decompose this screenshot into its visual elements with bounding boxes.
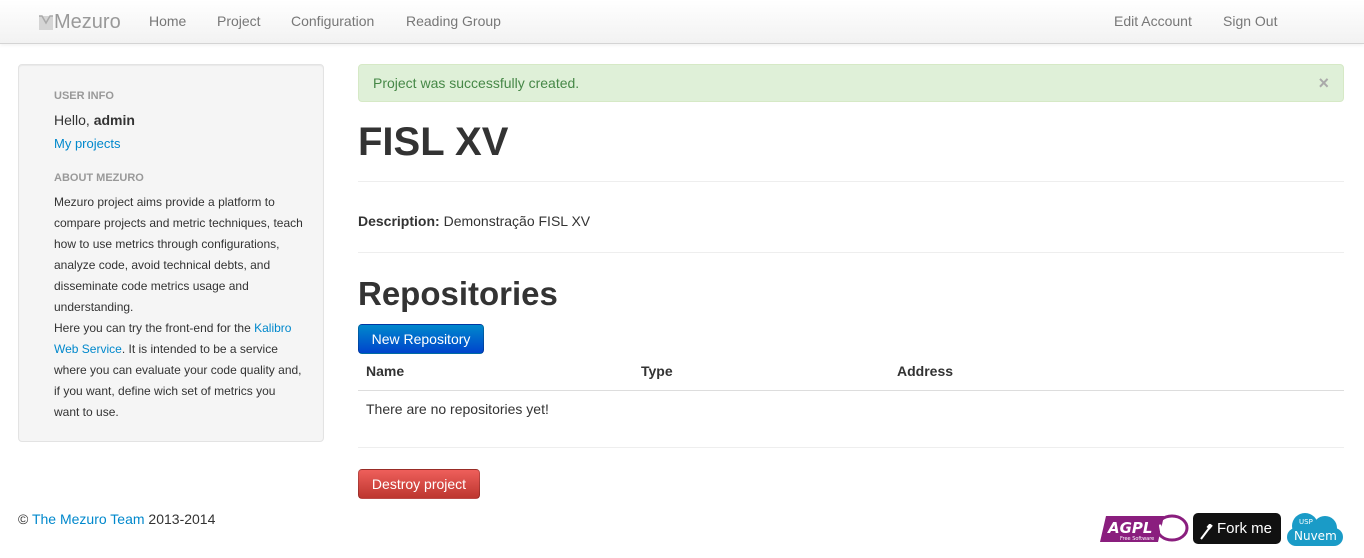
brand-text: Mezuro — [54, 10, 121, 33]
page-title: FISL XV — [358, 120, 509, 164]
alert-message: Project was successfully created. — [373, 75, 580, 91]
copyright-years: 2013-2014 — [144, 511, 216, 527]
agpl-badge[interactable]: AGPL v3 Free Software — [1100, 514, 1190, 544]
nav-home[interactable]: Home — [149, 0, 186, 44]
greeting: Hello, admin — [54, 112, 135, 128]
repositories-heading: Repositories — [358, 275, 558, 312]
column-header-type: Type — [641, 363, 673, 379]
my-projects-link[interactable]: My projects — [54, 136, 120, 151]
nav-edit-account[interactable]: Edit Account — [1114, 0, 1192, 44]
success-alert: Project was successfully created. × — [358, 64, 1344, 102]
agpl-sublabel: Free Software — [1120, 536, 1154, 542]
nuvem-badge[interactable]: USP Nuvem — [1285, 510, 1345, 548]
about-paragraph-1: Mezuro project aims provide a platform t… — [54, 195, 303, 314]
table-header-divider — [358, 390, 1344, 391]
user-info-header: USER INFO — [54, 90, 114, 102]
divider — [358, 181, 1344, 182]
sidebar: USER INFO Hello, admin My projects ABOUT… — [18, 64, 324, 442]
fork-me-badge[interactable]: Fork me — [1193, 513, 1281, 544]
agpl-label: AGPL v3 — [1107, 519, 1178, 537]
nav-sign-out[interactable]: Sign Out — [1223, 0, 1277, 44]
description-label: Description: — [358, 213, 440, 229]
about-text: Mezuro project aims provide a platform t… — [54, 192, 304, 423]
divider — [358, 447, 1344, 448]
destroy-project-button[interactable]: Destroy project — [358, 469, 480, 499]
fork-icon — [1199, 520, 1213, 540]
new-repository-button[interactable]: New Repository — [358, 324, 484, 354]
footer-copyright: © The Mezuro Team 2013-2014 — [18, 511, 215, 527]
mezuro-team-link[interactable]: The Mezuro Team — [32, 511, 145, 527]
top-navbar: Mezuro Home Project Configuration Readin… — [0, 0, 1364, 44]
brand-logo[interactable]: Mezuro — [38, 10, 121, 34]
description-value: Demonstração FISL XV — [443, 213, 591, 229]
column-header-address: Address — [897, 363, 954, 379]
about-paragraph-2: Here you can try the front-end for the — [54, 321, 255, 335]
nuvem-label: Nuvem — [1294, 529, 1337, 543]
nav-reading-group[interactable]: Reading Group — [406, 0, 501, 44]
about-header: ABOUT MEZURO — [54, 172, 144, 184]
mezuro-logo-icon — [38, 13, 54, 31]
greeting-prefix: Hello, — [54, 112, 94, 128]
divider — [358, 252, 1344, 253]
project-description: Description: Demonstração FISL XV — [358, 213, 590, 229]
empty-repositories-message: There are no repositories yet! — [366, 401, 549, 417]
copyright-symbol: © — [18, 511, 32, 527]
username: admin — [93, 112, 135, 128]
fork-me-label: Fork me — [1217, 520, 1273, 537]
nav-configuration[interactable]: Configuration — [291, 0, 374, 44]
nav-project[interactable]: Project — [217, 0, 261, 44]
svg-text:USP: USP — [1299, 518, 1313, 526]
close-icon[interactable]: × — [1318, 65, 1329, 101]
column-header-name: Name — [366, 363, 405, 379]
